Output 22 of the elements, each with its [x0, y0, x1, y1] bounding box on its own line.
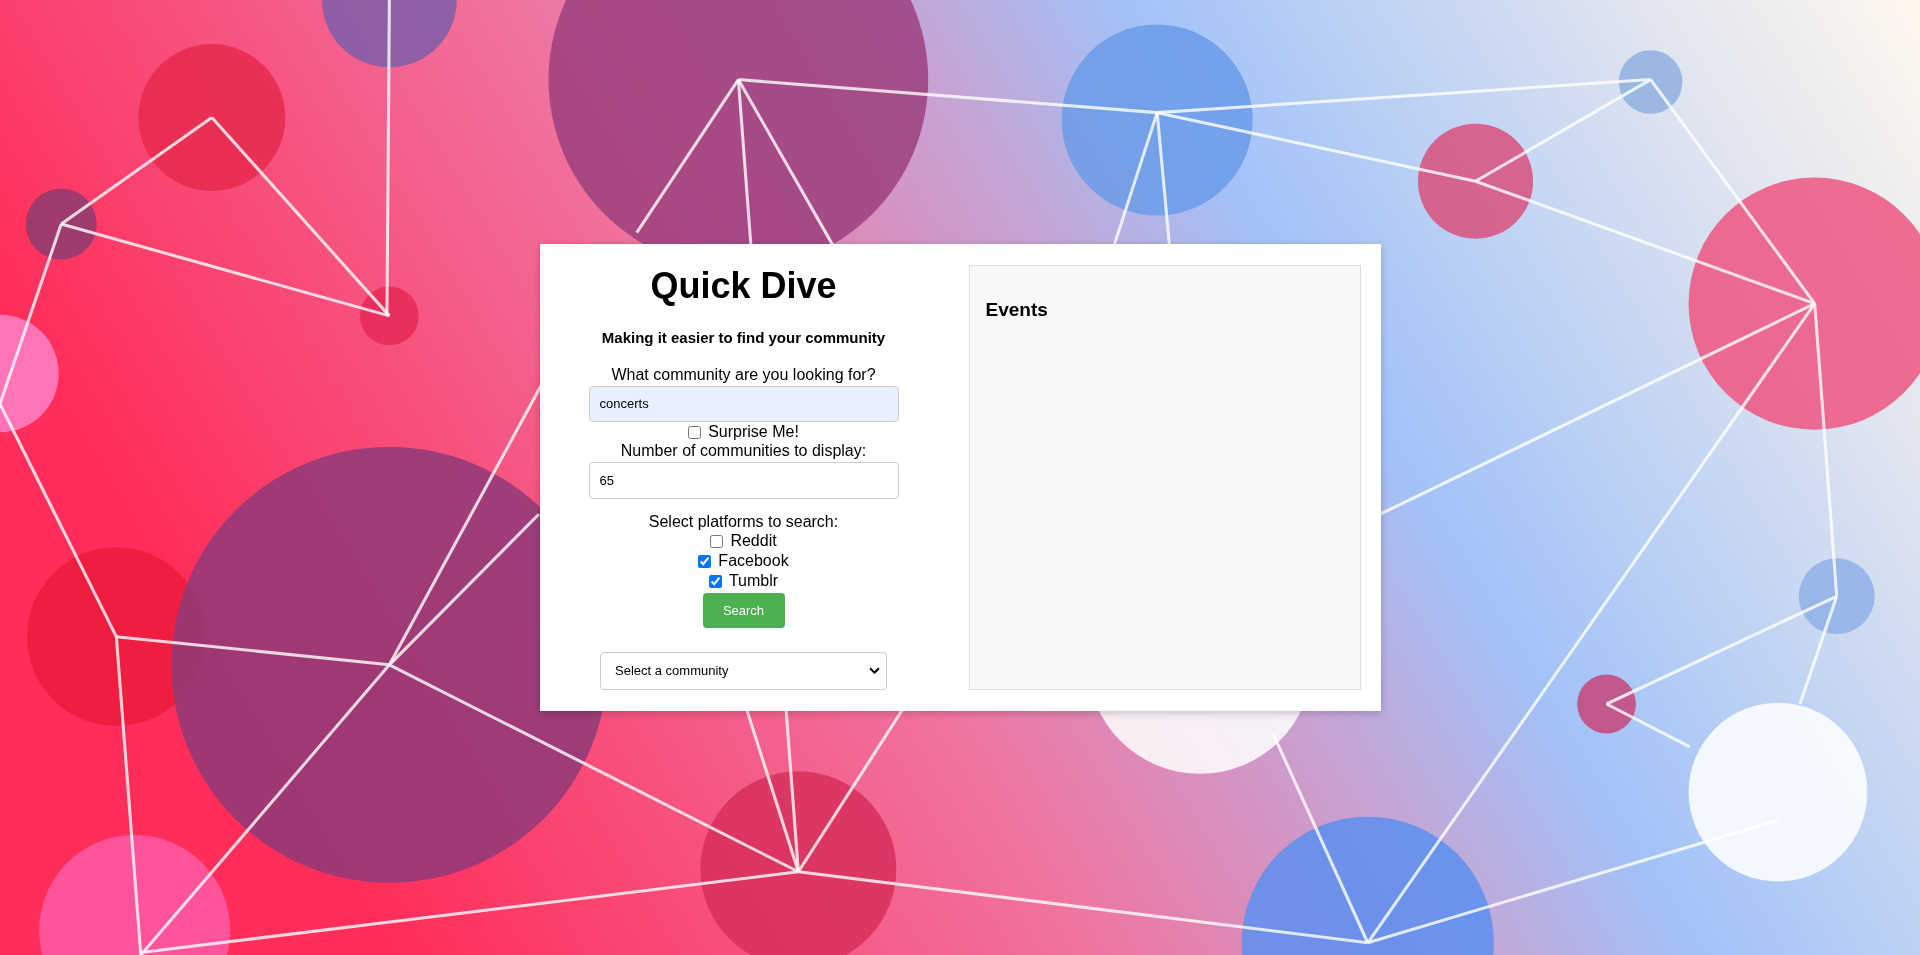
community-field[interactable]: concerts — [588, 385, 899, 423]
circle-shape — [25, 188, 97, 260]
platform-checkbox[interactable] — [710, 534, 724, 548]
platform-checkbox[interactable] — [708, 574, 722, 588]
count-field[interactable]: 65 — [588, 462, 899, 499]
app-title: Quick Dive — [650, 264, 837, 307]
checkbox-label: Surprise Me! — [708, 422, 799, 443]
platform-checkbox[interactable] — [698, 554, 712, 568]
checkbox-label: Facebook — [718, 551, 789, 571]
field-label: What community are you looking for? — [611, 365, 876, 384]
checkbox-label: Reddit — [730, 531, 777, 551]
circle-shape — [1577, 674, 1636, 734]
community-select[interactable]: Select a community — [600, 651, 887, 690]
events-title: Events — [985, 298, 1049, 321]
surprise-checkbox[interactable] — [688, 425, 702, 439]
field-label: Number of communities to display: — [620, 442, 867, 461]
subtitle: Making it easier to find your community — [601, 328, 886, 346]
checkbox-label: Tumblr — [728, 571, 779, 591]
caret-icon — [869, 667, 880, 675]
circle-shape — [1618, 50, 1683, 114]
circle-shape — [360, 286, 419, 346]
platforms-label: Select platforms to search: — [648, 513, 839, 531]
